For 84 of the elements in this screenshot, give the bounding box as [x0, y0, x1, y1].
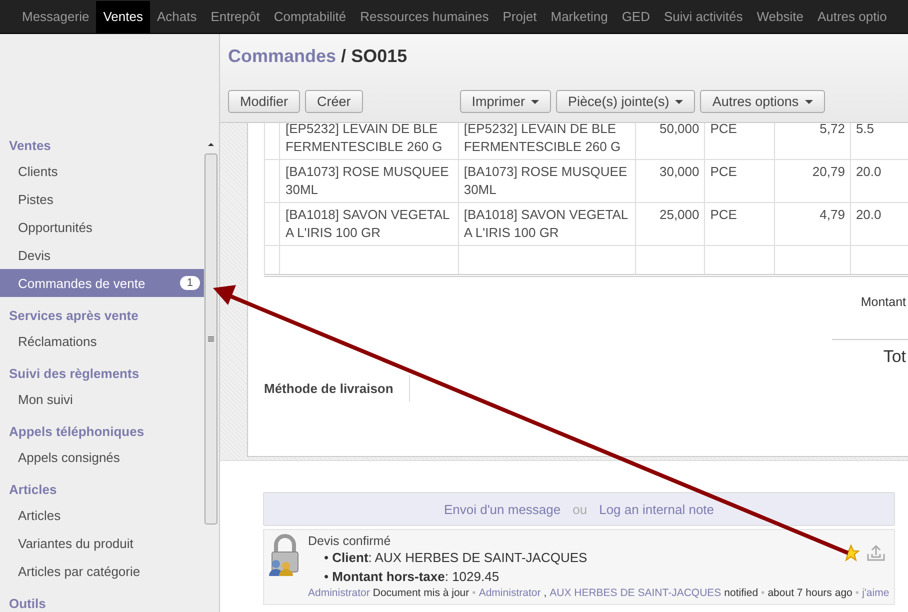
table-cell: [BA1018] SAVON VEGETAL A L'IRIS 100 GR	[458, 202, 636, 246]
table-cell: PCE	[704, 202, 774, 246]
row-handle-cell	[264, 123, 280, 160]
toolbar-button[interactable]: Modifier	[228, 90, 300, 113]
table-cell: 5.5	[850, 123, 908, 160]
author-link[interactable]: Administrator	[478, 587, 541, 599]
table-cell: 4,79	[774, 202, 850, 246]
footer-text: about 7 hours ago	[768, 587, 852, 599]
dropdown-button[interactable]: Pièce(s) jointe(s)	[556, 90, 696, 113]
row-handle-cell	[264, 202, 280, 246]
reply-tray-icon[interactable]	[866, 544, 886, 562]
sidebar-item[interactable]: Opportunités	[0, 213, 204, 241]
table-cell: [BA1018] SAVON VEGETAL A L'IRIS 100 GR	[280, 202, 458, 246]
separator-text: ou	[572, 502, 588, 516]
caret-icon	[675, 100, 684, 104]
footer-separator: •	[761, 587, 765, 599]
sidebar-item[interactable]: Variantes du produit	[0, 529, 204, 557]
message-line: • Client: AUX HERBES DE SAINT-JACQUES	[323, 549, 588, 567]
message-line: • Montant hors-taxe: 1029.45	[323, 568, 500, 586]
sidebar-item[interactable]: Articles	[0, 501, 204, 529]
author-link[interactable]: AUX HERBES DE SAINT-JACQUES	[550, 587, 722, 599]
table-cell: 5,72	[774, 123, 850, 160]
top-menu-item[interactable]: Projet	[496, 0, 544, 32]
sidebar-section-title: Appels téléphoniques	[8, 423, 146, 441]
footer-separator: •	[472, 587, 476, 599]
dropdown-button[interactable]: Imprimer	[460, 90, 552, 113]
sidebar-section-title: Ventes	[8, 137, 52, 155]
star-icon[interactable]	[842, 544, 860, 562]
sidebar-item[interactable]: Clients	[0, 157, 204, 185]
sidebar-item[interactable]: Mon suivi	[0, 385, 204, 413]
breadcrumb-separator: /	[341, 46, 346, 66]
table-cell: [EP5232] LEVAIN DE BLE FERMENTESCIBLE 260 G	[280, 123, 458, 160]
caret-icon	[804, 100, 813, 104]
sidebar-item[interactable]: Pistes	[0, 185, 204, 213]
send-message-link[interactable]: Envoi d'un message	[444, 502, 561, 516]
top-menu-item[interactable]: GED	[614, 0, 657, 32]
caret-icon	[531, 100, 540, 104]
log-note-link[interactable]: Log an internal note	[599, 502, 714, 516]
message-title: Devis confirmé	[308, 534, 392, 548]
table-cell: [BA1073] ROSE MUSQUEE 30ML	[280, 160, 458, 202]
top-menu-item[interactable]: Comptabilité	[266, 0, 354, 32]
footer-text: notified	[724, 587, 758, 599]
footer-text: Document mis à jour	[372, 587, 470, 599]
breadcrumb-link[interactable]: Commandes	[228, 46, 336, 66]
dropdown-button[interactable]: Autres options	[700, 90, 825, 113]
top-menu-item[interactable]: Entrepôt	[204, 0, 267, 32]
table-cell: 20.0	[850, 202, 908, 246]
sidebar-item[interactable]: Commandes de vente 1	[0, 269, 204, 297]
table-cell: PCE	[704, 123, 774, 160]
footer-text: ,	[544, 587, 547, 599]
author-link[interactable]: j'aime	[862, 587, 890, 599]
sidebar-section-title: Articles	[8, 481, 58, 499]
sidebar-item[interactable]: Devis	[0, 241, 204, 269]
sidebar-item[interactable]: Appels consignés	[0, 443, 204, 471]
count-badge: 1	[180, 276, 200, 290]
top-menu-item[interactable]: Suivi activités	[656, 0, 750, 32]
table-cell: 25,000	[636, 202, 705, 246]
table-cell: 50,000	[636, 123, 705, 160]
author-link[interactable]: Administrator	[308, 587, 370, 599]
table-cell: PCE	[704, 160, 774, 202]
top-menu-item[interactable]: Achats	[150, 0, 204, 32]
sidebar-section-title: Outils	[8, 595, 47, 612]
table-cell: [EP5232] LEVAIN DE BLE FERMENTESCIBLE 260 G	[458, 123, 636, 160]
top-menu-item[interactable]: Autres optio	[810, 0, 894, 32]
top-menu-item[interactable]: Marketing	[544, 0, 615, 32]
sidebar-section-title: Services après vente	[8, 307, 140, 325]
row-handle-cell	[264, 160, 280, 202]
table-cell: 20,79	[774, 160, 850, 202]
top-menu-item[interactable]: Website	[750, 0, 810, 32]
total-label: Tot	[883, 347, 906, 367]
sidebar-section-title: Suivi des règlements	[8, 365, 140, 383]
table-cell: [BA1073] ROSE MUSQUEE 30ML	[458, 160, 636, 202]
record-title: SO015	[351, 46, 408, 66]
sidebar-item[interactable]: Réclamations	[0, 327, 204, 355]
toolbar-button[interactable]: Créer	[305, 90, 363, 113]
table-cell: 30,000	[636, 160, 705, 202]
footer-separator: •	[855, 587, 860, 599]
top-menu-item[interactable]: Messagerie	[15, 0, 96, 32]
amount-label: Montant	[860, 295, 906, 309]
top-menu-item[interactable]: Ressources humaines	[353, 0, 496, 32]
field-label: Méthode de livraison	[264, 375, 410, 402]
table-cell: 20.0	[850, 160, 908, 202]
sidebar-item[interactable]: Articles par catégorie	[0, 557, 204, 585]
top-menu-item[interactable]: Ventes	[96, 0, 150, 32]
